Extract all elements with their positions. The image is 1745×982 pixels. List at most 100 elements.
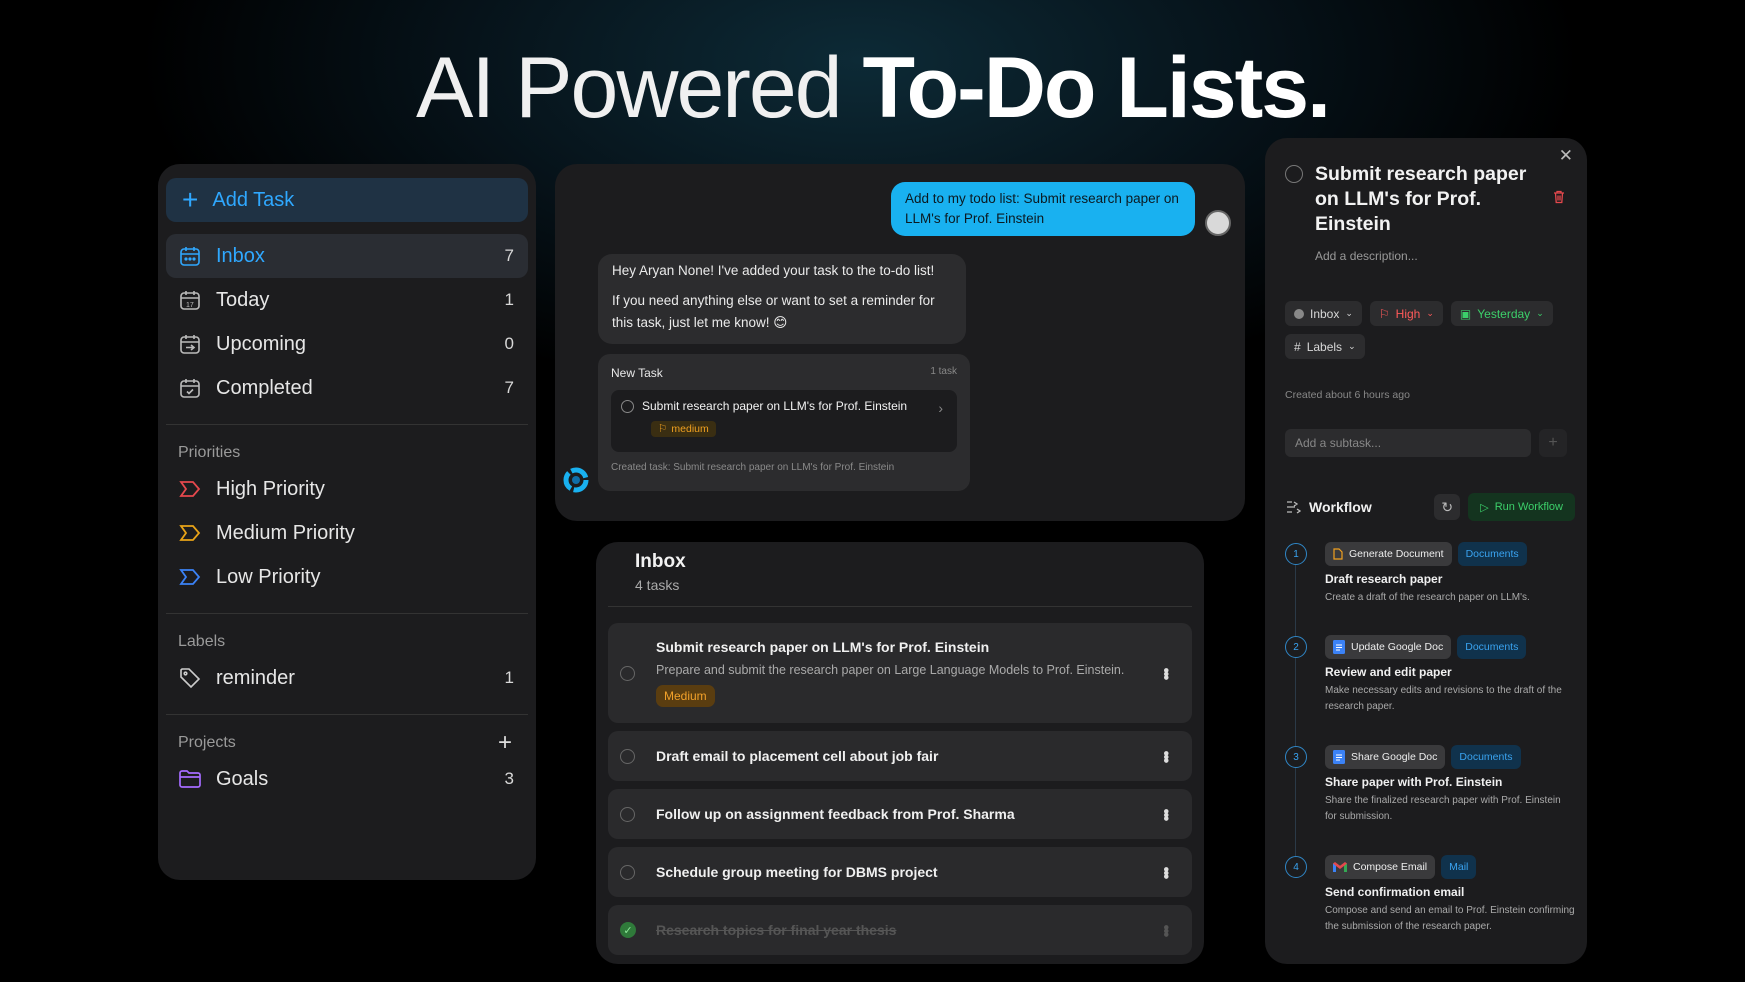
- step-tag: Documents: [1451, 745, 1521, 769]
- step-action-button[interactable]: Share Google Doc: [1325, 745, 1446, 769]
- task-item-completed[interactable]: ✓ Research topics for final year thesis …: [608, 905, 1192, 955]
- add-project-button[interactable]: +: [498, 729, 512, 757]
- step-description: Share the finalized research paper with …: [1325, 795, 1561, 822]
- sidebar-item-medium-priority[interactable]: Medium Priority: [166, 511, 528, 555]
- calendar-arrow-icon: [178, 332, 202, 356]
- hash-icon: #: [1294, 339, 1301, 354]
- more-options-icon[interactable]: •••: [1156, 809, 1174, 820]
- document-icon: [1333, 548, 1343, 560]
- task-checkbox[interactable]: [621, 399, 634, 413]
- bot-message-line: If you need anything else or want to set…: [612, 293, 935, 330]
- sidebar-item-goals[interactable]: Goals 3: [166, 757, 528, 801]
- run-workflow-button[interactable]: ▷ Run Workflow: [1468, 493, 1575, 521]
- sidebar-item-label: Completed: [216, 376, 313, 399]
- step-number: 2: [1285, 636, 1307, 658]
- folder-icon: [178, 767, 202, 791]
- step-tag: Documents: [1457, 542, 1527, 566]
- step-description: Compose and send an email to Prof. Einst…: [1325, 905, 1575, 932]
- close-icon[interactable]: ✕: [1559, 146, 1573, 166]
- task-checkbox[interactable]: [620, 749, 635, 764]
- priority-badge: Medium: [656, 685, 715, 707]
- priority-badge: ⚐ medium: [651, 421, 716, 437]
- sidebar-item-label: Upcoming: [216, 332, 307, 355]
- step-number: 4: [1285, 856, 1307, 878]
- due-date-select[interactable]: ▣ Yesterday ⌄: [1450, 301, 1553, 326]
- task-item[interactable]: Schedule group meeting for DBMS project …: [608, 847, 1192, 897]
- project-select[interactable]: Inbox ⌄: [1285, 301, 1362, 326]
- more-options-icon[interactable]: •••: [1156, 867, 1174, 878]
- step-title: Review and edit paper: [1325, 665, 1452, 679]
- sidebar-item-low-priority[interactable]: Low Priority: [166, 555, 528, 599]
- task-count: 4 tasks: [635, 577, 680, 593]
- new-task-card: New Task 1 task Submit research paper on…: [598, 354, 970, 491]
- task-item[interactable]: Draft email to placement cell about job …: [608, 731, 1192, 781]
- flag-icon: ⚐: [1378, 306, 1390, 321]
- hero-light-text: AI Powered: [416, 40, 843, 136]
- sidebar-item-inbox[interactable]: Inbox 7: [166, 234, 528, 278]
- more-options-icon[interactable]: •••: [1156, 751, 1174, 762]
- more-options-icon[interactable]: •••: [1156, 668, 1174, 679]
- project-dot-icon: [1294, 308, 1304, 319]
- check-icon[interactable]: ✓: [620, 922, 636, 938]
- description-input[interactable]: Add a description...: [1315, 249, 1418, 263]
- hero-heading: AI Powered To-Do Lists.: [0, 38, 1745, 138]
- task-detail-title[interactable]: Submit research paper on LLM's for Prof.…: [1315, 162, 1535, 237]
- user-message: Add to my todo list: Submit research pap…: [891, 182, 1195, 236]
- task-checkbox[interactable]: [620, 666, 635, 681]
- calendar-check-icon: [178, 376, 202, 400]
- card-title: New Task: [611, 366, 663, 380]
- bot-message-line: Hey Aryan None! I've added your task to …: [612, 263, 935, 278]
- created-timestamp: Created about 6 hours ago: [1285, 389, 1410, 401]
- step-action-button[interactable]: Update Google Doc: [1325, 635, 1452, 659]
- sidebar-item-label: Goals: [216, 767, 269, 790]
- labels-select[interactable]: # Labels ⌄: [1285, 334, 1365, 359]
- add-subtask-button[interactable]: +: [1539, 429, 1567, 457]
- card-footer: Created task: Submit research paper on L…: [611, 462, 895, 473]
- sidebar-item-count: 7: [504, 246, 514, 265]
- step-action-button[interactable]: Generate Document: [1325, 542, 1452, 566]
- step-title: Send confirmation email: [1325, 885, 1465, 899]
- task-description: Prepare and submit the research paper on…: [656, 663, 1125, 677]
- task-properties: Inbox ⌄ ⚐ High ⌄ ▣ Yesterday ⌄ # Labels …: [1285, 301, 1575, 359]
- assistant-logo-icon: [563, 467, 589, 493]
- chevron-down-icon: ⌄: [1348, 341, 1356, 351]
- google-doc-icon: [1333, 750, 1345, 764]
- sidebar-item-completed[interactable]: Completed 7: [166, 366, 528, 410]
- step-description: Make necessary edits and revisions to th…: [1325, 685, 1562, 712]
- sidebar-item-count: 1: [504, 668, 514, 687]
- task-item[interactable]: Follow up on assignment feedback from Pr…: [608, 789, 1192, 839]
- more-options-icon[interactable]: •••: [1156, 925, 1174, 936]
- sidebar-item-today[interactable]: 17 Today 1: [166, 278, 528, 322]
- gmail-icon: [1333, 861, 1347, 872]
- subtask-input[interactable]: Add a subtask...: [1285, 429, 1531, 457]
- sidebar-item-label: reminder: [216, 666, 295, 689]
- sidebar-item-upcoming[interactable]: Upcoming 0: [166, 322, 528, 366]
- reset-workflow-button[interactable]: ↻: [1434, 494, 1461, 520]
- chevron-right-icon: ›: [938, 400, 943, 416]
- sidebar-item-high-priority[interactable]: High Priority: [166, 467, 528, 511]
- sidebar-item-reminder[interactable]: reminder 1: [166, 656, 528, 700]
- task-item[interactable]: Submit research paper on LLM's for Prof.…: [608, 623, 1192, 723]
- card-task-item[interactable]: Submit research paper on LLM's for Prof.…: [611, 390, 957, 452]
- workflow-icon: [1287, 501, 1301, 514]
- sidebar-nav: Inbox 7 17 Today 1 Upcoming 0 Completed …: [166, 234, 528, 410]
- sidebar: + Add Task Inbox 7 17 Today 1 Upcoming 0: [158, 164, 536, 880]
- task-title: Follow up on assignment feedback from Pr…: [656, 806, 1015, 822]
- step-tag: Documents: [1457, 635, 1527, 659]
- step-action-button[interactable]: Compose Email: [1325, 855, 1436, 879]
- trash-icon[interactable]: [1553, 190, 1565, 204]
- flag-icon: ⚐: [658, 423, 668, 435]
- task-checkbox[interactable]: [620, 807, 635, 822]
- priority-select[interactable]: ⚐ High ⌄: [1369, 301, 1443, 326]
- page-title: Inbox: [635, 551, 686, 572]
- sidebar-item-label: Low Priority: [216, 565, 321, 588]
- divider: [166, 714, 528, 715]
- plus-icon: +: [182, 184, 199, 215]
- inbox-panel: Inbox 4 tasks Submit research paper on L…: [596, 542, 1204, 964]
- task-checkbox[interactable]: [1285, 165, 1303, 183]
- sidebar-item-label: Medium Priority: [216, 521, 355, 544]
- task-checkbox[interactable]: [620, 865, 635, 880]
- step-number: 3: [1285, 746, 1307, 768]
- divider: [608, 606, 1192, 607]
- add-task-button[interactable]: + Add Task: [166, 178, 528, 222]
